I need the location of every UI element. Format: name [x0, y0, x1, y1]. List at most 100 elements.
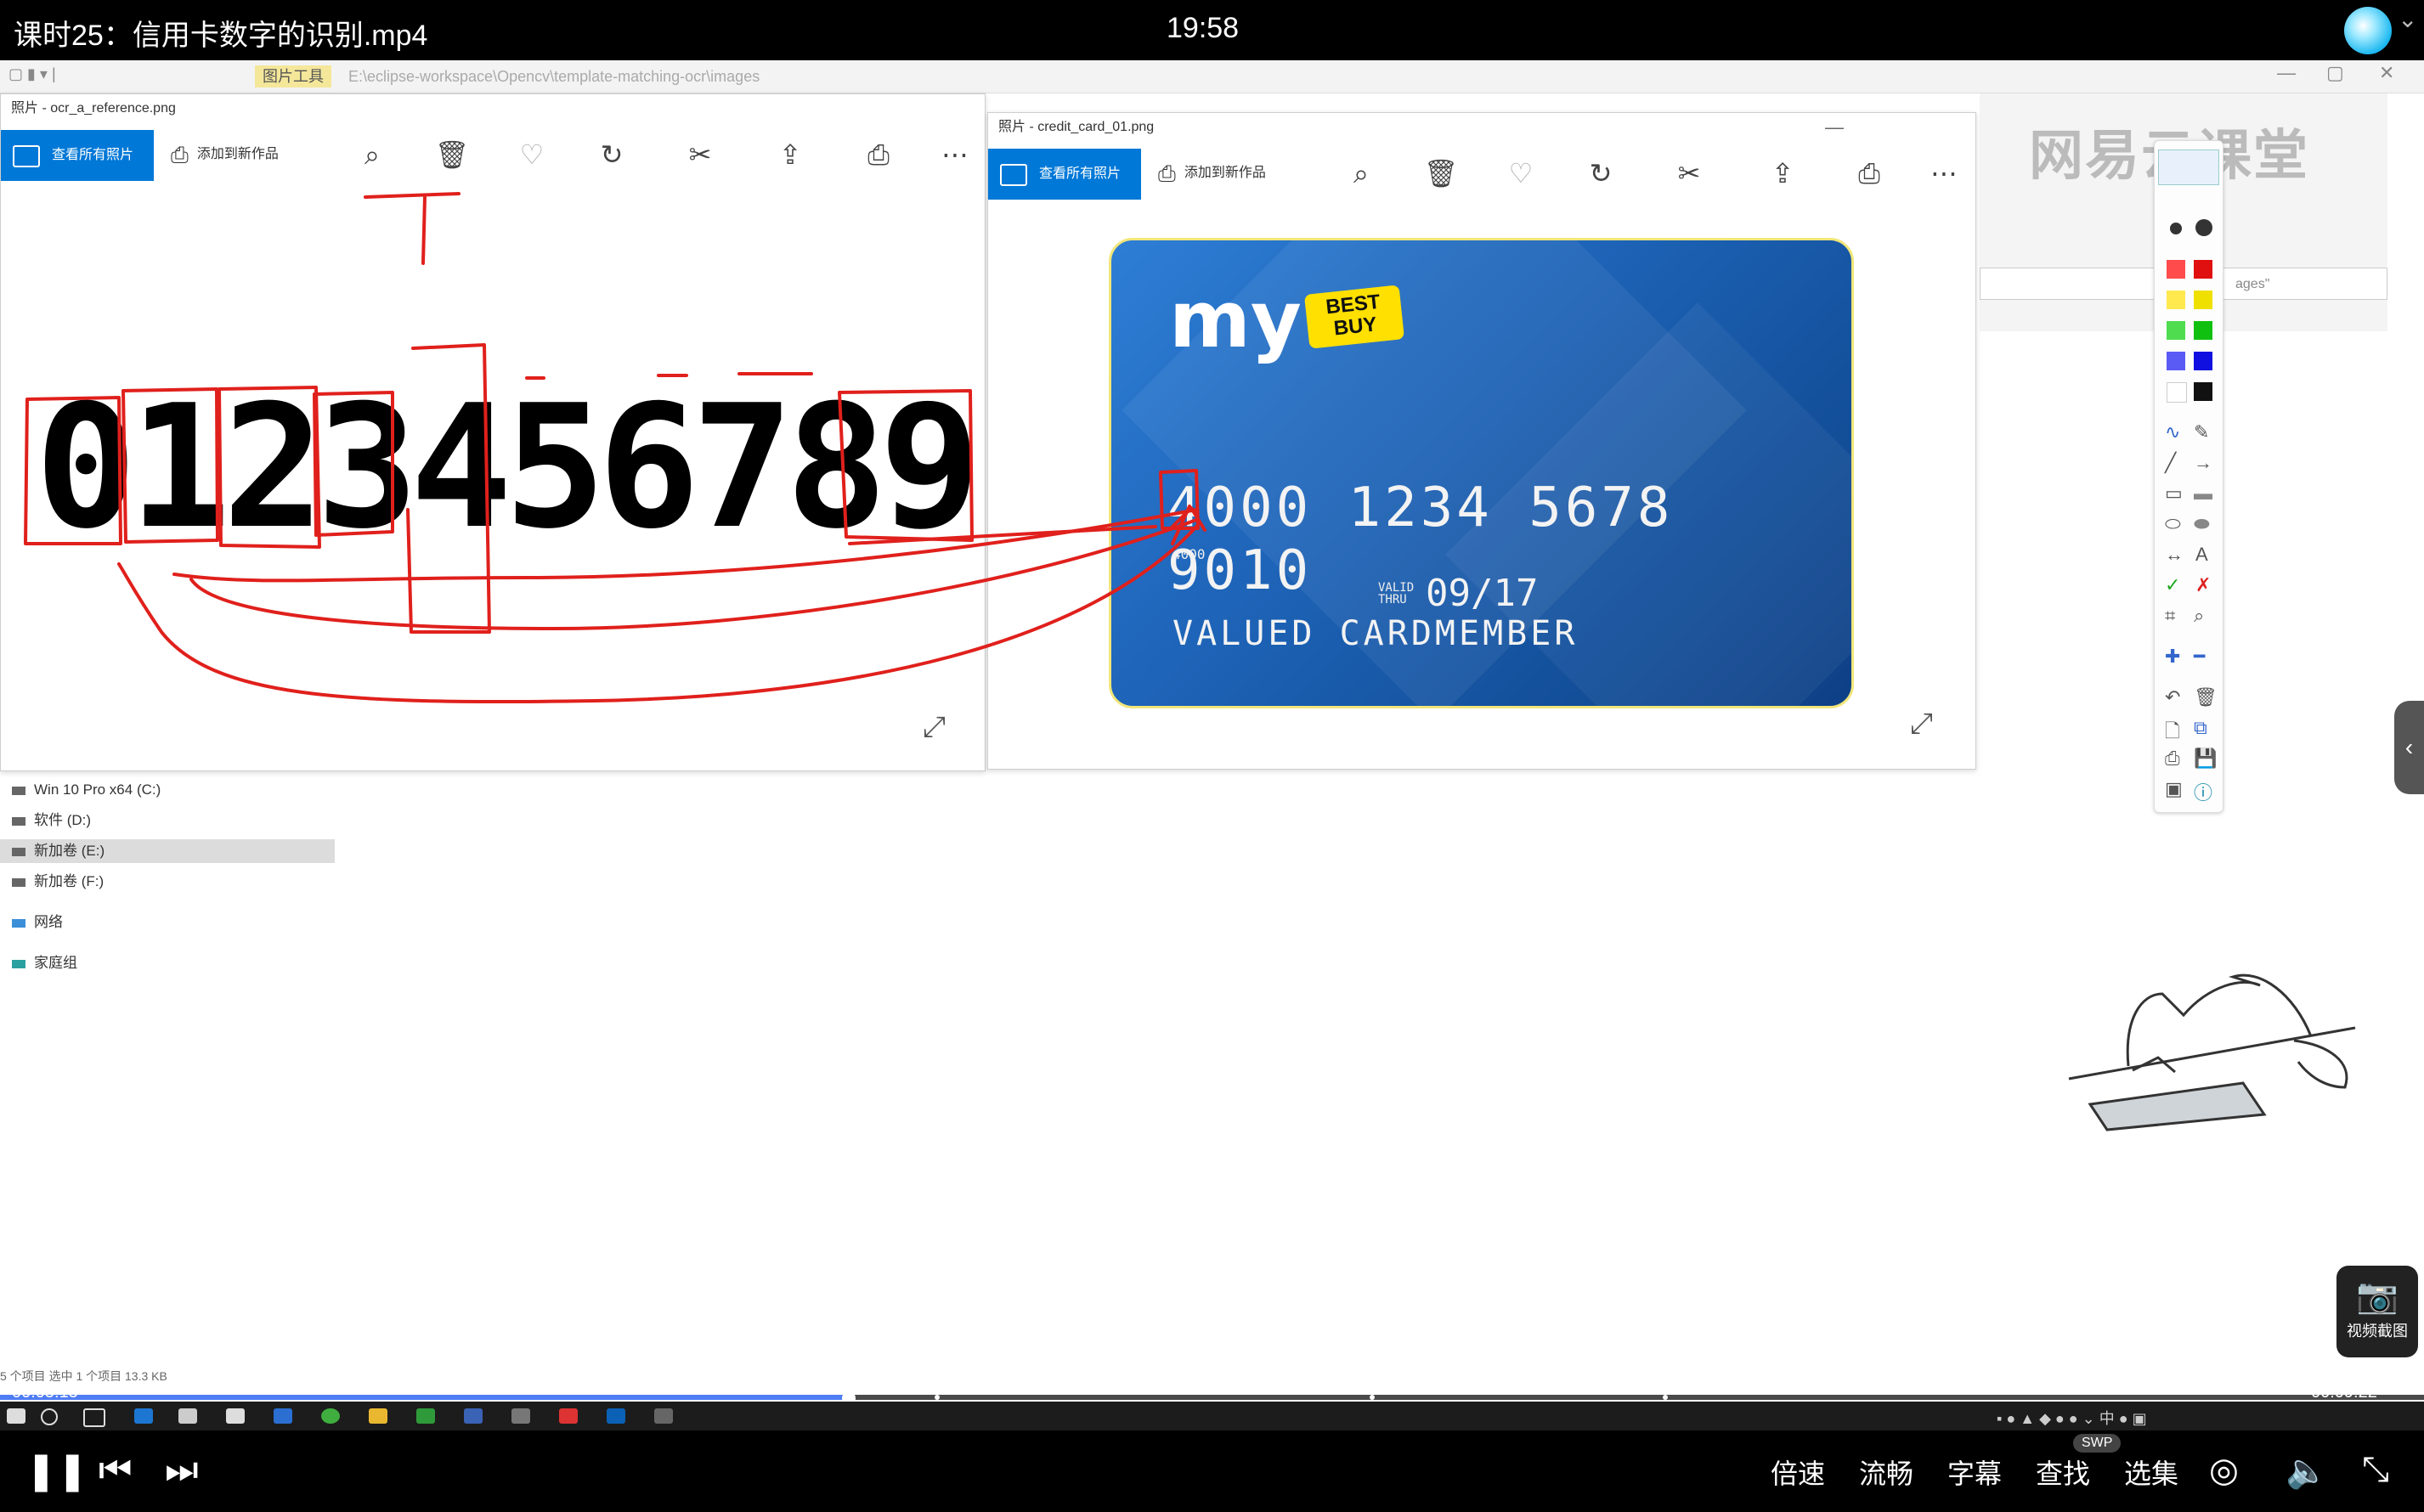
share-icon[interactable]: ⇪ [1761, 152, 1804, 195]
settings-icon[interactable]: ◎ [2209, 1451, 2239, 1490]
maximize-icon[interactable]: ▢ [2326, 62, 2344, 84]
edit-icon[interactable]: ✂ [1668, 152, 1710, 195]
sidebar-item-network[interactable]: 网络 [12, 911, 63, 934]
copy-icon[interactable]: ⧉ [2194, 717, 2207, 739]
check-icon[interactable]: ✓ [2165, 574, 2180, 596]
plus-icon[interactable]: ✚ [2165, 646, 2180, 668]
exit-fullscreen-icon[interactable]: ⤡ [2362, 1451, 2389, 1489]
view-all-photos-button[interactable]: 查看所有照片 [1, 130, 154, 181]
undo-icon[interactable]: ↶ [2165, 686, 2180, 708]
start-icon[interactable] [7, 1408, 25, 1424]
subtitle-button[interactable]: 字幕 [1947, 1453, 2002, 1492]
chapter-marker[interactable] [1370, 1395, 1375, 1400]
previous-icon[interactable]: ⏮ [99, 1449, 133, 1492]
zoom-icon[interactable]: ⌕ [1340, 152, 1382, 195]
color-swatch[interactable] [2167, 321, 2185, 340]
minimize-icon[interactable]: — [2277, 62, 2296, 84]
favorite-icon[interactable]: ♡ [511, 133, 553, 176]
video-progress[interactable] [0, 1391, 2424, 1405]
share-icon[interactable]: ⇪ [769, 133, 811, 176]
pencil-icon[interactable]: ✎ [2194, 421, 2209, 443]
new-page-icon[interactable]: 🗋 [2165, 717, 2180, 749]
cross-icon[interactable]: ✗ [2195, 574, 2211, 596]
avatar[interactable] [2344, 7, 2392, 54]
window-icon[interactable]: ▣ [2165, 778, 2183, 800]
expand-icon[interactable]: ⤢ [923, 711, 946, 744]
rotate-icon[interactable]: ↻ [590, 133, 633, 176]
text-icon[interactable]: A [2195, 544, 2208, 566]
print-icon[interactable]: ⎙ [2165, 748, 2180, 770]
minus-icon[interactable]: ━ [2194, 646, 2205, 668]
pen-dot-small[interactable] [2170, 223, 2182, 234]
app-icon[interactable] [464, 1408, 483, 1424]
quality-button[interactable]: 流畅 [1859, 1453, 1913, 1492]
rectangle-icon[interactable]: ▭ [2165, 482, 2183, 505]
add-to-creation-button[interactable]: ⎙ 添加到新作品 [171, 133, 279, 176]
folder-icon[interactable] [369, 1408, 387, 1424]
app-icon[interactable] [511, 1408, 530, 1424]
store-icon[interactable] [178, 1408, 197, 1424]
close-icon[interactable]: ✕ [2379, 62, 2394, 84]
delete-icon[interactable]: 🗑 [431, 133, 473, 176]
sidebar-item-f-drive[interactable]: 新加卷 (F:) [12, 870, 104, 894]
zoom-icon[interactable]: ⌕ [351, 133, 393, 176]
chevron-left-icon[interactable]: ‹ [2394, 701, 2424, 794]
filled-ellipse-icon[interactable]: ⬬ [2194, 513, 2210, 535]
more-icon[interactable]: ⋯ [1923, 152, 1965, 195]
color-swatch[interactable] [2167, 352, 2185, 370]
view-all-photos-button[interactable]: 查看所有照片 [988, 149, 1141, 200]
pause-icon[interactable]: ❚❚ [25, 1449, 88, 1492]
sidebar-item-d-drive[interactable]: 软件 (D:) [12, 809, 91, 832]
pen-size-selector[interactable] [2158, 150, 2219, 185]
app-icon[interactable] [654, 1408, 673, 1424]
color-swatch[interactable] [2167, 382, 2187, 403]
more-icon[interactable]: ⋯ [934, 133, 976, 176]
chapter-marker[interactable] [1663, 1395, 1668, 1400]
speed-button[interactable]: 倍速 [1771, 1453, 1825, 1492]
chapter-marker[interactable] [935, 1395, 940, 1400]
minimize-icon[interactable]: — [1825, 116, 1844, 138]
edge-icon[interactable] [134, 1408, 153, 1424]
app-icon[interactable] [559, 1408, 578, 1424]
add-to-creation-button[interactable]: ⎙ 添加到新作品 [1158, 152, 1266, 195]
pen-dot-large[interactable] [2195, 219, 2212, 236]
filled-rectangle-icon[interactable]: ▬ [2194, 482, 2212, 505]
app-icon[interactable] [274, 1408, 292, 1424]
trash-icon[interactable]: 🗑 [2194, 686, 2218, 708]
magnifier-icon[interactable]: ⌕ [2194, 605, 2204, 627]
color-swatch[interactable] [2194, 291, 2212, 309]
print-icon[interactable]: ⎙ [1848, 152, 1890, 195]
color-swatch[interactable] [2194, 321, 2212, 340]
info-icon[interactable]: ⓘ [2194, 778, 2212, 805]
color-swatch[interactable] [2194, 260, 2212, 279]
find-button[interactable]: 查找 [2036, 1453, 2090, 1492]
expand-icon[interactable]: ⤢ [1910, 708, 1933, 741]
chevron-down-icon[interactable]: ⌄ [2398, 5, 2417, 33]
color-swatch[interactable] [2194, 352, 2212, 370]
ribbon-tab-picture-tools[interactable]: 图片工具 [255, 65, 331, 87]
line-icon[interactable]: ╱ [2165, 452, 2176, 474]
task-view-icon[interactable] [83, 1408, 105, 1427]
favorite-icon[interactable]: ♡ [1500, 152, 1542, 195]
next-icon[interactable]: ⏭ [165, 1449, 199, 1492]
print-icon[interactable]: ⎙ [857, 133, 900, 176]
search-icon[interactable] [41, 1408, 58, 1425]
volume-icon[interactable]: 🔈 [2286, 1451, 2328, 1491]
delete-icon[interactable]: 🗑 [1420, 152, 1462, 195]
freehand-icon[interactable]: ∿ [2165, 421, 2180, 443]
app-icon[interactable] [416, 1408, 435, 1424]
color-swatch[interactable] [2167, 260, 2185, 279]
ellipse-icon[interactable]: ⬭ [2165, 513, 2181, 535]
sidebar-item-e-drive[interactable]: 新加卷 (E:) [0, 839, 335, 863]
edit-icon[interactable]: ✂ [679, 133, 721, 176]
sidebar-item-c-drive[interactable]: Win 10 Pro x64 (C:) [12, 778, 161, 802]
mail-icon[interactable] [226, 1408, 245, 1424]
crop-icon[interactable]: ⌗ [2165, 605, 2175, 627]
sidebar-item-homegroup[interactable]: 家庭组 [12, 951, 77, 975]
rotate-icon[interactable]: ↻ [1579, 152, 1622, 195]
video-screenshot-button[interactable]: 📷 视频截图 [2336, 1266, 2418, 1357]
chrome-icon[interactable] [321, 1408, 340, 1424]
color-swatch[interactable] [2194, 382, 2212, 401]
quick-access-icon[interactable]: ▢ ▮ ▾ | [8, 65, 56, 83]
color-swatch[interactable] [2167, 291, 2185, 309]
